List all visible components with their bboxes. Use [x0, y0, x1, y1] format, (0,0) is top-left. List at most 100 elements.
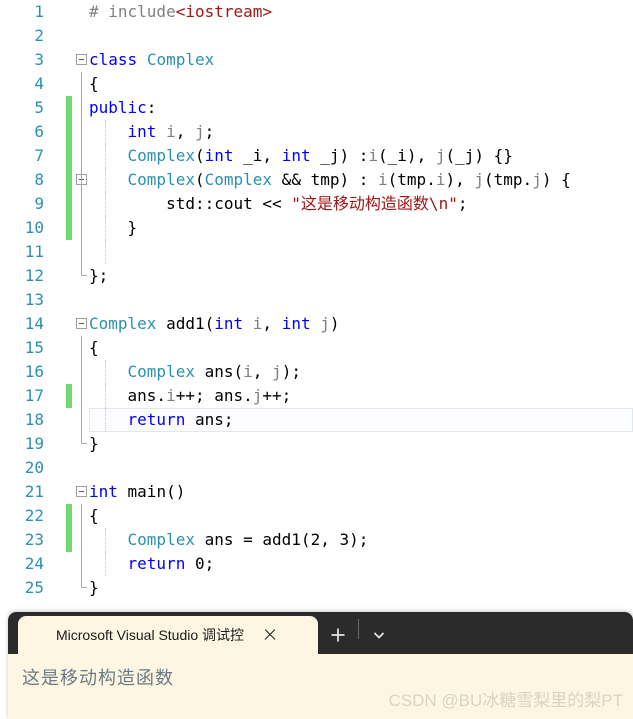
change-bar	[66, 48, 72, 72]
block-guide	[81, 504, 82, 528]
block-guide	[81, 240, 82, 264]
code-line[interactable]: 18 return ans;	[0, 408, 633, 432]
line-number: 20	[24, 458, 44, 477]
line-number: 2	[34, 26, 44, 45]
line-number: 15	[24, 338, 44, 357]
code-line[interactable]: 1 # include<iostream>	[0, 0, 633, 24]
code-line[interactable]: 2	[0, 24, 633, 48]
change-bar	[66, 432, 72, 456]
watermark: CSDN @BU冰糖雪梨里的梨PT	[388, 691, 624, 710]
change-bar	[66, 576, 72, 600]
code-text: Complex ans(i, j);	[127, 362, 301, 381]
code-text: ans.i++; ans.j++;	[89, 386, 292, 405]
terminal-tab[interactable]: C:\ Microsoft Visual Studio 调试控	[18, 616, 318, 654]
line-number: 24	[24, 554, 44, 573]
code-line[interactable]: 19}	[0, 432, 633, 456]
change-bar	[66, 336, 72, 360]
code-line[interactable]: 15 {	[0, 336, 633, 360]
new-terminal-button[interactable]	[318, 616, 358, 654]
code-text: {	[89, 506, 99, 525]
line-number: 23	[24, 530, 44, 549]
line-number: 5	[34, 98, 44, 117]
code-line[interactable]: 10 }	[0, 216, 633, 240]
close-icon[interactable]	[260, 625, 280, 645]
line-number: 16	[24, 362, 44, 381]
block-guide	[81, 96, 82, 120]
line-number: 9	[34, 194, 44, 213]
line-number: 3	[34, 50, 44, 69]
line-number: 21	[24, 482, 44, 501]
line-number: 19	[24, 434, 44, 453]
console-icon: C:\	[30, 626, 48, 644]
code-line[interactable]: 17 ans.i++; ans.j++;	[0, 384, 633, 408]
change-bar	[66, 96, 72, 120]
block-guide	[81, 264, 87, 276]
block-guide	[81, 360, 82, 384]
block-guide	[81, 408, 82, 432]
code-text: # include<iostream>	[89, 2, 273, 21]
code-editor[interactable]: 1 # include<iostream> 2 3 class Complex 4{5 pu…	[0, 0, 633, 612]
terminal-output-text: 这是移动构造函数	[22, 668, 174, 689]
indent-guide	[105, 240, 106, 264]
block-guide	[81, 384, 82, 408]
line-number: 4	[34, 74, 44, 93]
code-text: };	[89, 266, 109, 285]
code-line[interactable]: 13	[0, 288, 633, 312]
terminal-titlebar: C:\ Microsoft Visual Studio 调试控	[8, 612, 633, 654]
line-number: 14	[24, 314, 44, 333]
change-bar	[66, 288, 72, 312]
code-line[interactable]: 7 Complex(int _i, int _j) :i(_i), j(_j) …	[0, 144, 633, 168]
code-line[interactable]: 14 Complex add1(int i, int j)	[0, 312, 633, 336]
vscode-editor-screenshot: 1 # include<iostream> 2 3 class Complex 4{5 pu…	[0, 0, 633, 719]
code-text: }	[89, 578, 99, 597]
code-line[interactable]: 16 Complex ans(i, j);	[0, 360, 633, 384]
code-text: Complex ans = add1(2, 3);	[127, 530, 369, 549]
code-line[interactable]: 21 int main()	[0, 480, 633, 504]
change-bar	[66, 0, 72, 24]
code-line[interactable]: 8 Complex(Complex && tmp) : i(tmp.i), j(…	[0, 168, 633, 192]
change-bar	[66, 72, 72, 96]
line-number: 8	[34, 170, 44, 189]
code-text: {	[89, 74, 99, 93]
code-line[interactable]: 24 return 0;	[0, 552, 633, 576]
fold-toggle-icon[interactable]	[76, 54, 87, 65]
change-bar	[66, 216, 72, 240]
line-number: 25	[24, 578, 44, 597]
code-line[interactable]: 9 std::cout << "这是移动构造函数\n";	[0, 192, 633, 216]
svg-text:C:\: C:\	[34, 634, 45, 641]
terminal-dropdown-button[interactable]	[359, 616, 399, 654]
code-line[interactable]: 25}	[0, 576, 633, 600]
block-guide	[81, 192, 82, 216]
change-bar	[66, 312, 72, 336]
code-text: Complex add1(int i, int j)	[89, 314, 340, 333]
line-number: 1	[34, 2, 44, 21]
line-number: 10	[24, 218, 44, 237]
code-line[interactable]: 22 {	[0, 504, 633, 528]
change-bar	[66, 240, 72, 264]
block-guide	[81, 144, 82, 168]
line-number: 6	[34, 122, 44, 141]
code-text: return ans;	[127, 410, 234, 429]
line-number: 12	[24, 266, 44, 285]
code-line[interactable]: 5 public:	[0, 96, 633, 120]
block-guide	[81, 576, 87, 588]
plus-icon	[331, 628, 345, 642]
change-bar	[66, 408, 72, 432]
change-bar	[66, 24, 72, 48]
code-line[interactable]: 6 int i, j;	[0, 120, 633, 144]
code-line[interactable]: 12};	[0, 264, 633, 288]
code-line[interactable]: 11	[0, 240, 633, 264]
change-bar	[66, 120, 72, 144]
code-text: public:	[89, 98, 157, 117]
fold-toggle-icon[interactable]	[76, 486, 87, 497]
code-text: class Complex	[89, 50, 215, 69]
change-bar	[66, 456, 72, 480]
code-line[interactable]: 4{	[0, 72, 633, 96]
code-text: Complex(int _i, int _j) :i(_i), j(_j) {}	[127, 146, 513, 165]
code-line[interactable]: 23 Complex ans = add1(2, 3);	[0, 528, 633, 552]
block-guide	[81, 336, 82, 360]
code-line[interactable]: 20	[0, 456, 633, 480]
fold-toggle-icon[interactable]	[76, 318, 87, 329]
change-bar	[66, 384, 72, 408]
code-line[interactable]: 3 class Complex	[0, 48, 633, 72]
